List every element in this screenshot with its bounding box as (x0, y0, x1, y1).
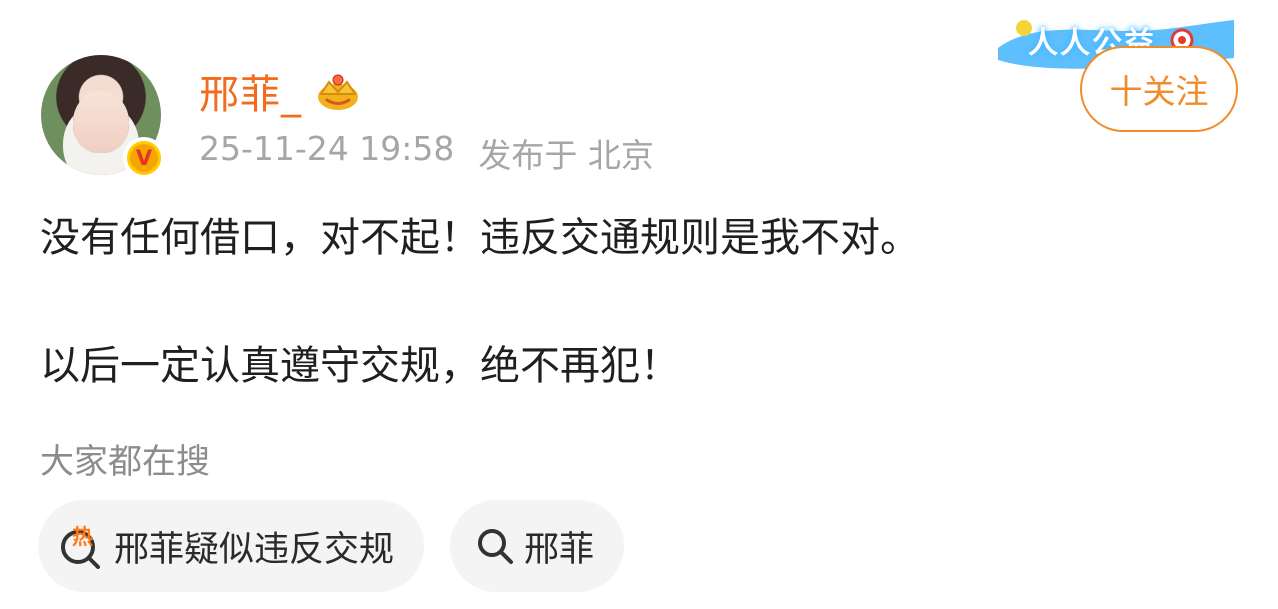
post-page: V 邢菲_ 25-11-24 19:58 发布于 北京 人人公益 十关注 没有任… (0, 0, 1278, 609)
verified-badge-icon: V (123, 137, 165, 179)
post-location: 发布于 北京 (478, 136, 654, 175)
username[interactable]: 邢菲_ (199, 62, 302, 120)
trending-search-chip[interactable]: 邢菲 (450, 500, 625, 592)
post-text-line-2: 以后一定认真遵守交规，绝不再犯！ (40, 343, 680, 389)
follow-button[interactable]: 十关注 (1080, 46, 1238, 132)
search-icon (478, 529, 514, 564)
trending-search-label: 邢菲 (524, 529, 595, 570)
avatar[interactable]: V (41, 55, 165, 179)
trending-search-heading: 大家都在搜 (40, 442, 210, 482)
crown-icon (318, 74, 358, 110)
post-text-line-1: 没有任何借口，对不起！违反交通规则是我不对。 (40, 215, 920, 261)
hot-search-icon-text: 热 (72, 525, 93, 549)
trending-search-label: 邢菲疑似违反交规 (114, 529, 395, 570)
trending-search-list: 热 邢菲疑似违反交规 邢菲 (38, 500, 625, 592)
hot-search-icon: 热 (58, 523, 104, 569)
post-meta: 25-11-24 19:58 发布于 北京 (199, 129, 654, 177)
trending-search-chip[interactable]: 热 邢菲疑似违反交规 (38, 500, 425, 592)
post-timestamp: 25-11-24 19:58 (199, 129, 455, 168)
verified-badge-letter: V (127, 141, 161, 175)
follow-button-label: 十关注 (1109, 72, 1209, 111)
user-name-row: 邢菲_ (199, 62, 362, 120)
